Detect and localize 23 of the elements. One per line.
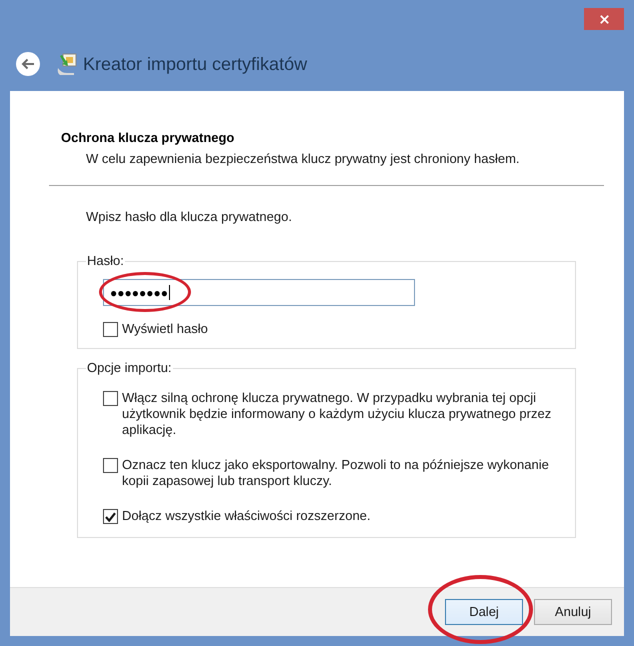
password-field[interactable]: ●●●●●●●● (103, 279, 415, 306)
window-title: Kreator importu certyfikatów (83, 53, 308, 76)
close-icon (600, 14, 608, 24)
group-label: Opcje importu: (86, 360, 173, 376)
checkbox-label: Dołącz wszystkie właściwości rozszerzone. (122, 508, 371, 524)
checkbox[interactable] (103, 322, 118, 336)
page-heading: Ochrona klucza prywatnego (61, 130, 234, 146)
checkbox[interactable] (103, 391, 118, 406)
checkbox-label: Oznacz ten klucz jako eksportowalny. Pozwoli to na późniejsze wykonanie kopii zapasowej lub transport kluczy. (122, 457, 550, 489)
checkbox[interactable] (103, 458, 118, 473)
dialog-button[interactable]: Anuluj (534, 599, 612, 625)
checkbox-label: Wyświetl hasło (122, 321, 208, 337)
back-arrow-icon (21, 58, 35, 70)
group-label: Hasło: (86, 253, 125, 269)
dialog-button[interactable]: Dalej (445, 599, 523, 625)
check-icon (105, 512, 116, 522)
checkbox[interactable] (103, 509, 118, 524)
instruction-text: Wpisz hasło dla klucza prywatnego. (86, 209, 292, 225)
close-button[interactable] (584, 8, 624, 30)
checkbox-label: Włącz silną ochronę klucza prywatnego. W przypadku wybrania tej opcji użytkownik będzie informowany o każdym użyciu klucza prywatnego przez aplikację. (122, 390, 552, 438)
certificate-icon (57, 53, 77, 75)
back-button[interactable] (16, 52, 40, 76)
page-description: W celu zapewnienia bezpieczeństwa klucz prywatny jest chroniony hasłem. (86, 151, 520, 167)
